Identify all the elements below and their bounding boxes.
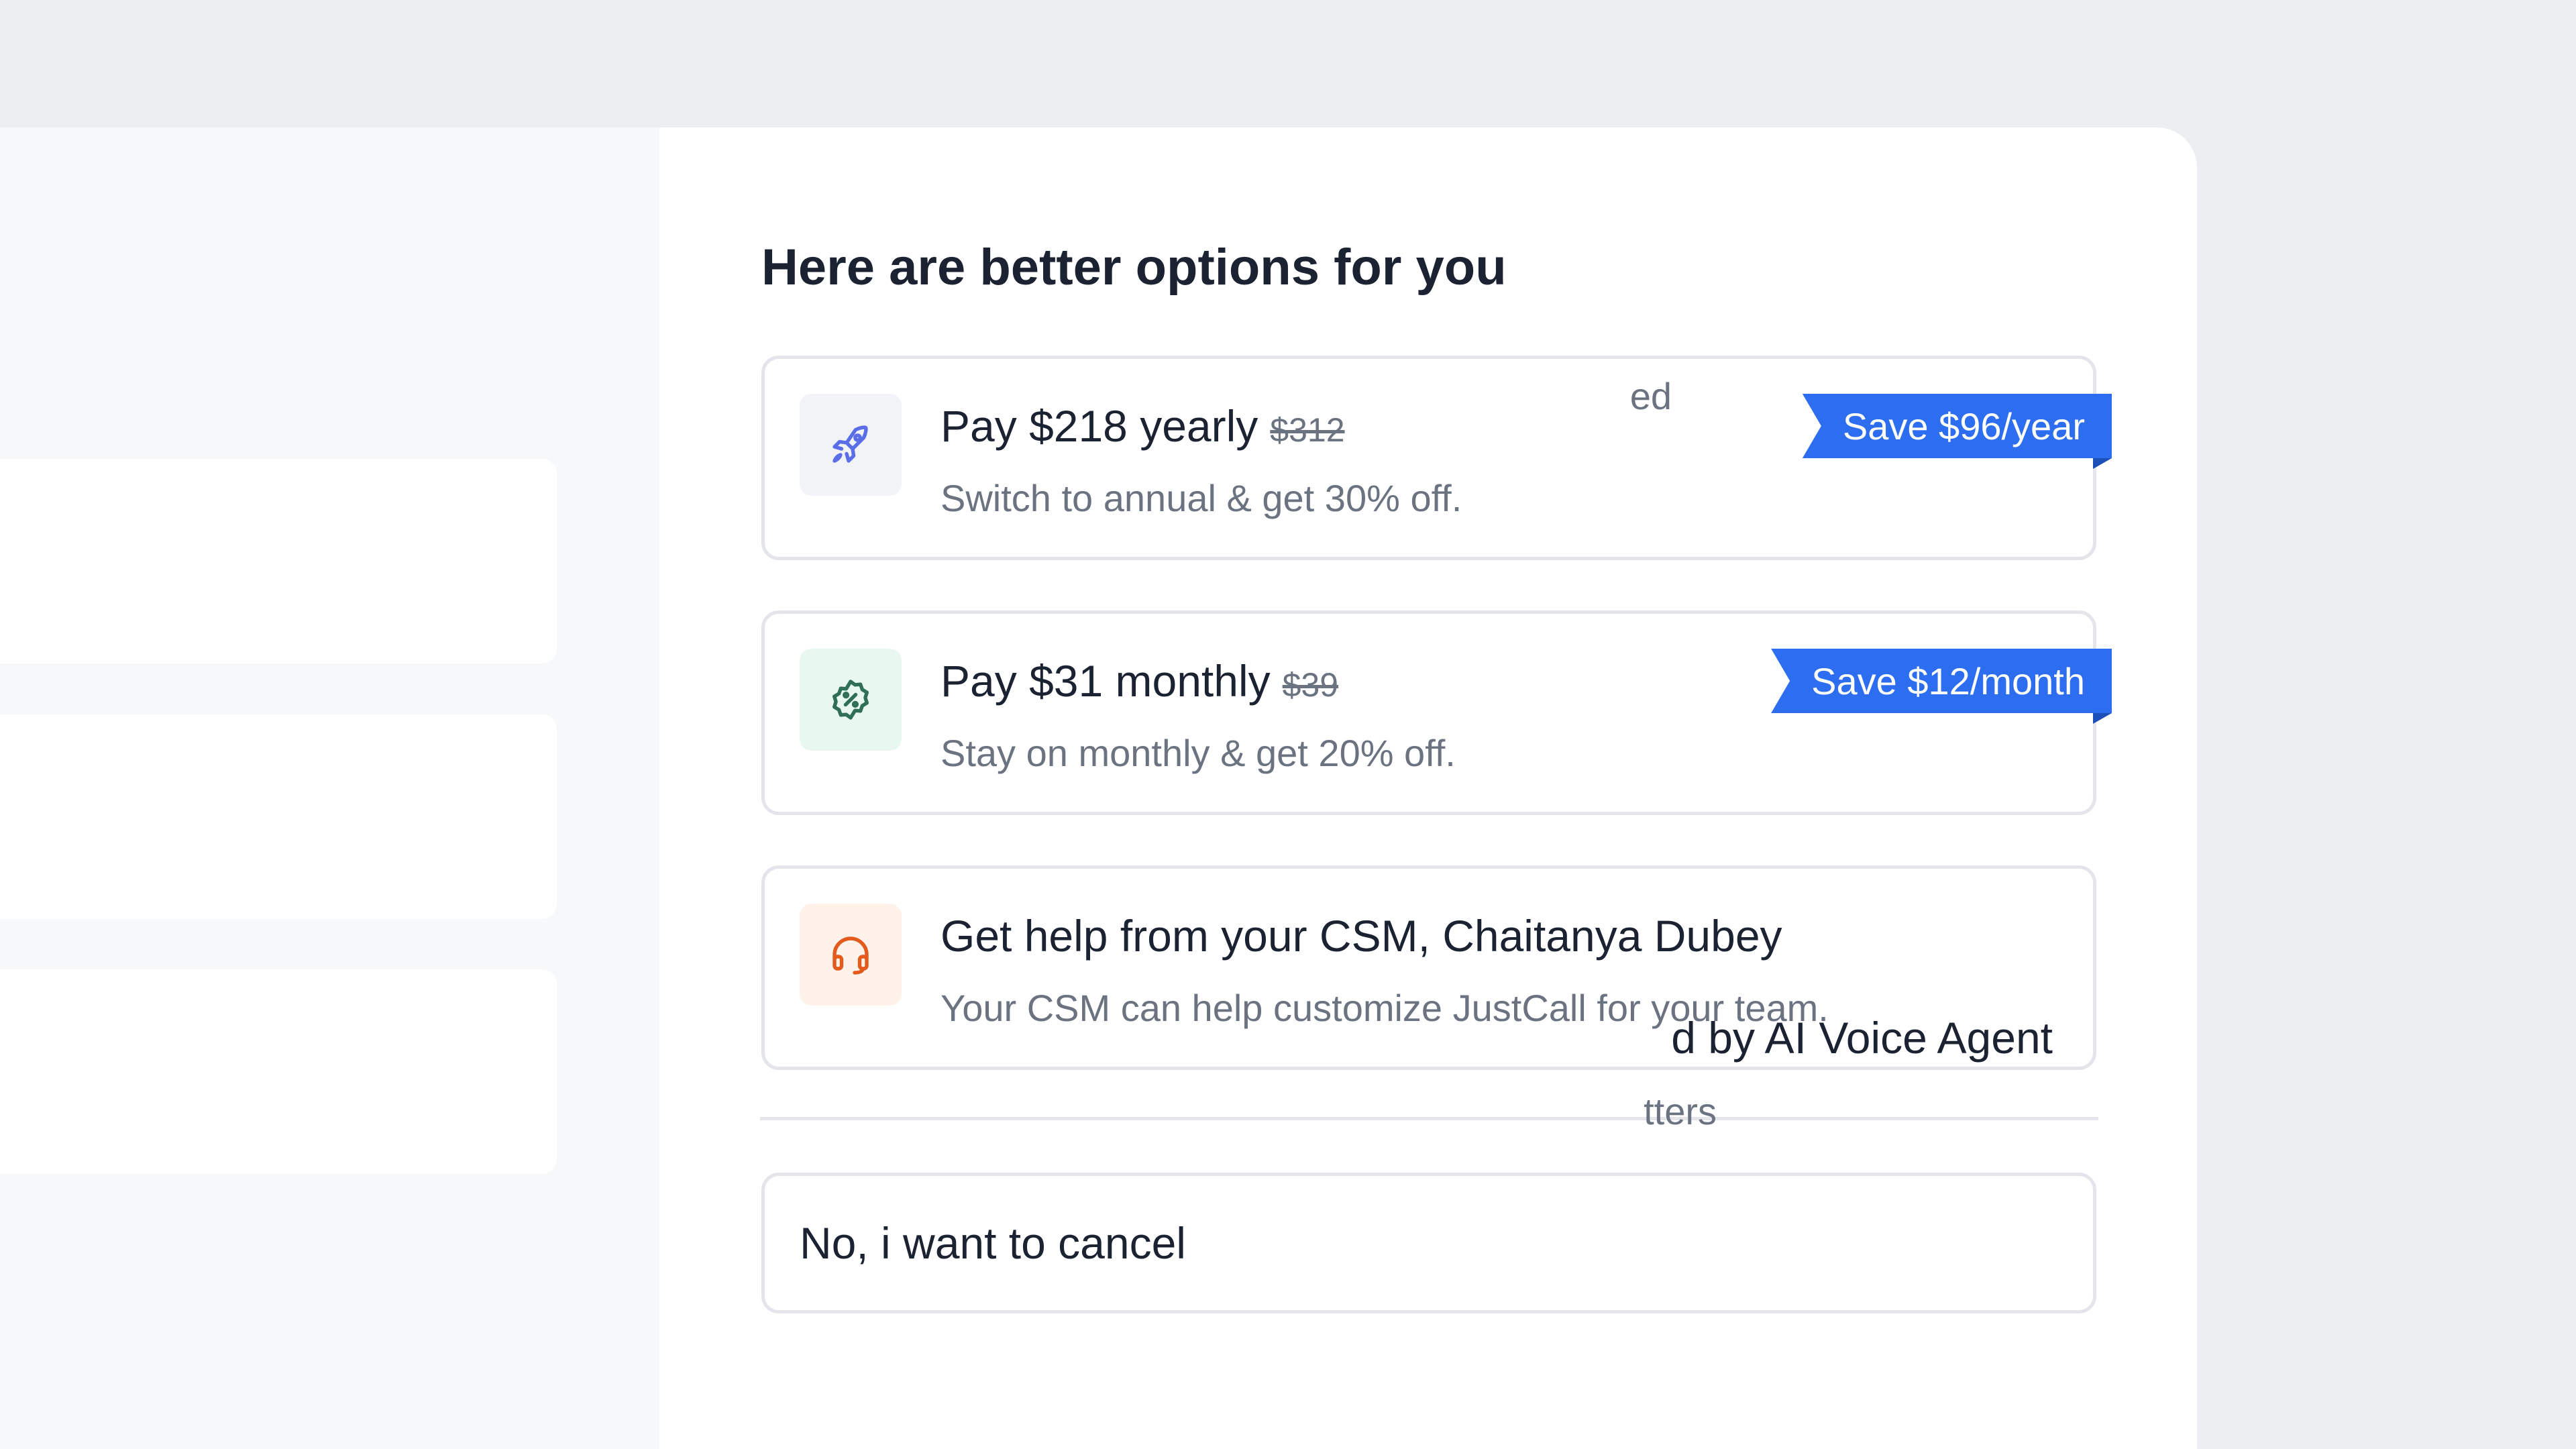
- rocket-icon: [800, 394, 902, 496]
- monthly-savings-badge: Save $12/month: [1771, 649, 2112, 713]
- modal: Here are better options for you Pay $218…: [0, 127, 2197, 1449]
- headset-icon: [800, 904, 902, 1006]
- yearly-old-price: $312: [1270, 411, 1345, 449]
- cancel-subscription-button[interactable]: No, i want to cancel: [761, 1173, 2096, 1313]
- monthly-offer-title: Pay $31 monthly $39: [941, 655, 1338, 706]
- yearly-savings-badge: Save $96/year: [1802, 394, 2112, 458]
- yearly-offer-price: Pay $218 yearly: [941, 401, 1258, 451]
- offers-panel: Here are better options for you Pay $218…: [659, 127, 2197, 1449]
- monthly-offer-price: Pay $31 monthly: [941, 656, 1271, 706]
- ribbon-fold: [2093, 713, 2112, 724]
- yearly-offer-subtitle: Switch to annual & get 30% off.: [941, 477, 1462, 519]
- left-panel: [0, 127, 659, 1449]
- left-card-3-title: d by AI Voice Agent: [1671, 1013, 2053, 1063]
- left-option-card-2[interactable]: [0, 714, 557, 919]
- ribbon-fold: [2093, 458, 2112, 469]
- csm-help-title: Get help from your CSM, Chaitanya Dubey: [941, 911, 1782, 961]
- monthly-old-price: $39: [1282, 666, 1339, 704]
- left-card-3-subtitle: tters: [1644, 1090, 1717, 1132]
- discount-badge-icon: [800, 649, 902, 751]
- yearly-offer-card[interactable]: Pay $218 yearly $312 Switch to annual & g…: [761, 356, 2112, 560]
- left-option-card-1[interactable]: [0, 459, 557, 663]
- divider: [760, 1117, 2098, 1120]
- monthly-offer-subtitle: Stay on monthly & get 20% off.: [941, 732, 1456, 774]
- monthly-offer-card[interactable]: Pay $31 monthly $39 Stay on monthly & get…: [761, 610, 2112, 815]
- offers-heading: Here are better options for you: [761, 239, 1507, 296]
- yearly-offer-title: Pay $218 yearly $312: [941, 400, 1345, 451]
- left-option-card-3[interactable]: [0, 969, 557, 1174]
- left-card-2-subtitle: ed: [1629, 375, 1672, 417]
